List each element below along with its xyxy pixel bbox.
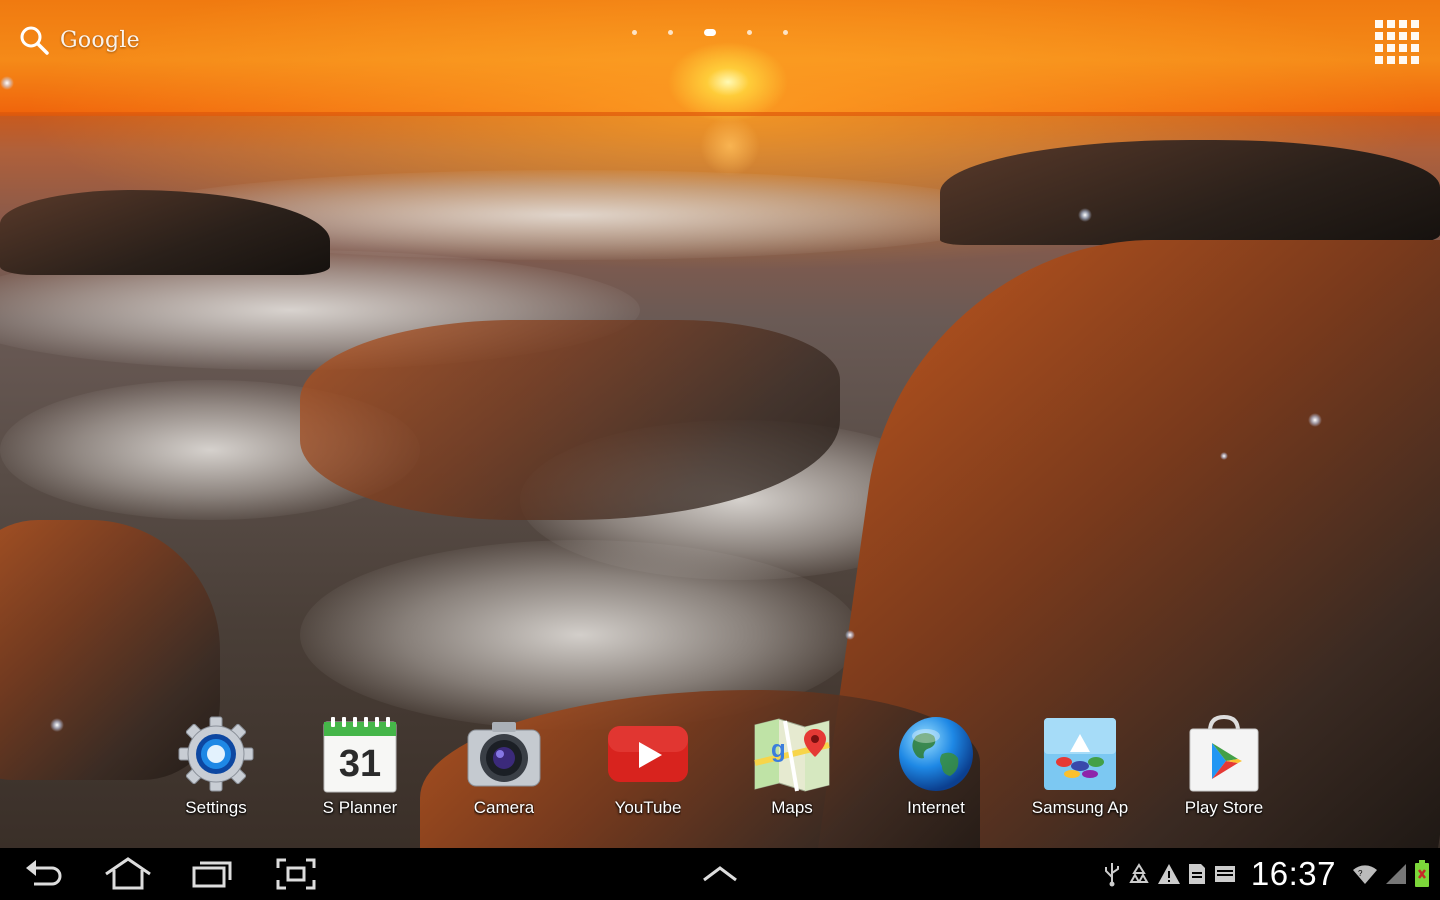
recycle-icon bbox=[1129, 863, 1149, 883]
youtube-icon bbox=[606, 712, 690, 796]
play-store-icon bbox=[1182, 712, 1266, 796]
app-label: Internet bbox=[907, 798, 965, 817]
rock-center bbox=[300, 320, 840, 520]
wifi-icon: ? bbox=[1353, 865, 1377, 884]
home-page-indicator bbox=[632, 26, 788, 38]
sd-card-icon bbox=[1188, 864, 1205, 884]
app-settings[interactable]: Settings bbox=[144, 712, 288, 832]
sparkle bbox=[1308, 413, 1322, 427]
app-label: Samsung Ap bbox=[1031, 798, 1129, 817]
app-samsung-apps[interactable]: Samsung Ap bbox=[1008, 712, 1152, 832]
page-dot[interactable] bbox=[747, 29, 752, 35]
page-dot[interactable] bbox=[783, 29, 788, 35]
app-play-store[interactable]: Play Store bbox=[1152, 712, 1296, 832]
app-camera[interactable]: Camera bbox=[432, 712, 576, 832]
battery-charging-icon bbox=[1415, 860, 1429, 887]
camera-icon bbox=[462, 712, 546, 796]
sparkle bbox=[1078, 208, 1092, 222]
page-dot[interactable] bbox=[668, 29, 673, 35]
home-screen: Google Settings 31 S Planner Camera YouT… bbox=[0, 0, 1440, 900]
up-arrow-icon[interactable] bbox=[696, 856, 744, 892]
app-label: YouTube bbox=[614, 798, 682, 817]
sparkle bbox=[1220, 452, 1228, 460]
calendar-icon: 31 bbox=[318, 712, 402, 796]
app-youtube[interactable]: YouTube bbox=[576, 712, 720, 832]
sun-reflection bbox=[700, 116, 760, 176]
calendar-date: 31 bbox=[339, 743, 381, 785]
app-maps[interactable]: g Maps bbox=[720, 712, 864, 832]
back-icon[interactable] bbox=[20, 856, 68, 892]
samsung-apps-icon bbox=[1038, 712, 1122, 796]
app-dock: Settings 31 S Planner Camera YouTube g M… bbox=[0, 712, 1440, 832]
app-label: Play Store bbox=[1184, 798, 1264, 817]
app-label: Maps bbox=[771, 798, 813, 817]
sparkle bbox=[845, 630, 855, 640]
home-icon[interactable] bbox=[102, 856, 151, 892]
app-internet[interactable]: Internet bbox=[864, 712, 1008, 832]
google-search-label: Google bbox=[60, 27, 141, 53]
warning-icon bbox=[1157, 864, 1180, 884]
apps-grid-icon[interactable] bbox=[1373, 18, 1419, 64]
usb-icon bbox=[1104, 863, 1119, 887]
screen-icon bbox=[1214, 866, 1235, 882]
signal-icon bbox=[1386, 864, 1406, 884]
app-label: S Planner bbox=[322, 798, 398, 817]
sparkle bbox=[0, 76, 14, 90]
screenshot-icon[interactable] bbox=[272, 856, 320, 892]
search-icon bbox=[20, 26, 49, 55]
rock-right-distant bbox=[940, 140, 1440, 245]
google-search-bar[interactable]: Google bbox=[18, 22, 140, 58]
page-dot[interactable] bbox=[632, 29, 637, 35]
svg-text:g: g bbox=[771, 736, 786, 763]
system-navigation-bar: 16:37 ? bbox=[0, 848, 1440, 900]
maps-icon: g bbox=[750, 712, 834, 796]
app-label: Settings bbox=[185, 798, 247, 817]
recent-apps-icon[interactable] bbox=[188, 856, 236, 892]
status-area[interactable]: 16:37 ? bbox=[1103, 855, 1430, 892]
page-dot-active[interactable] bbox=[704, 28, 716, 36]
settings-gear-icon bbox=[174, 712, 258, 796]
clock: 16:37 bbox=[1250, 855, 1336, 892]
svg-text:?: ? bbox=[1358, 869, 1363, 878]
app-label: Camera bbox=[473, 798, 535, 817]
globe-icon bbox=[894, 712, 978, 796]
app-s-planner[interactable]: 31 S Planner bbox=[288, 712, 432, 832]
